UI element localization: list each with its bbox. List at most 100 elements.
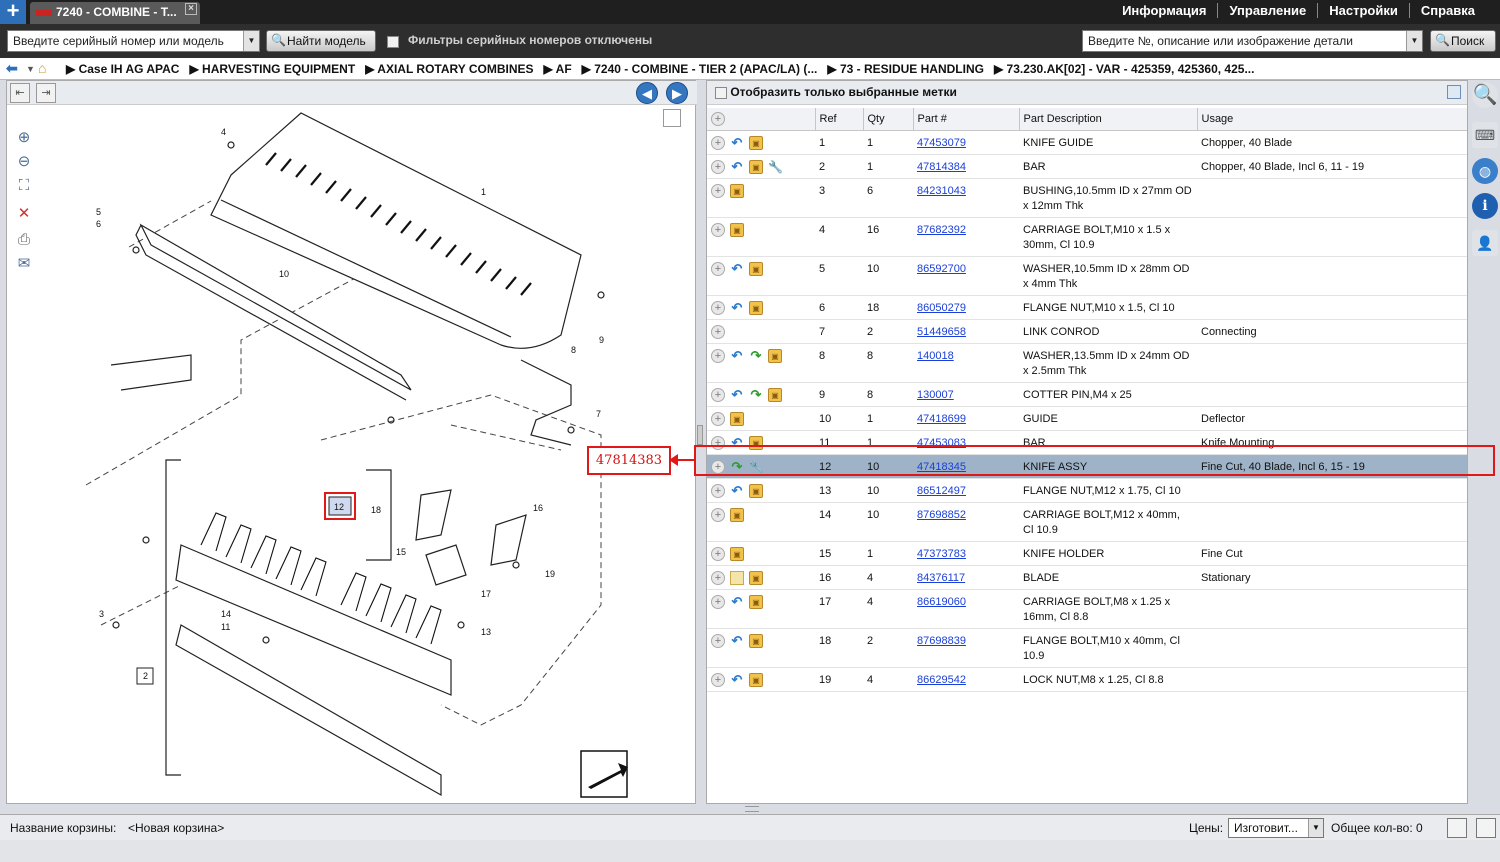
add-to-basket-icon[interactable]: + bbox=[711, 483, 725, 498]
part-number[interactable]: 140018 bbox=[917, 350, 954, 362]
add-to-basket-icon[interactable]: + bbox=[711, 183, 725, 198]
part-number[interactable]: 47418699 bbox=[917, 413, 966, 425]
chevron-down-icon[interactable]: ▼ bbox=[26, 64, 35, 74]
breadcrumb-item[interactable]: ▶ Case IH AG APAC bbox=[66, 62, 179, 76]
part-box-icon[interactable]: ▣ bbox=[749, 483, 763, 498]
table-row[interactable]: + ↶ ↷ ▣ 8 8 140018 WASHER,13.5mm ID x 24mm OD x… bbox=[707, 343, 1467, 383]
part-number[interactable]: 86629542 bbox=[917, 674, 966, 686]
restore-window-icon[interactable] bbox=[1447, 818, 1467, 838]
table-row[interactable]: + ↶ ▣ 🔧 2 1 47814384 BAR Chopper, 40 Blade, Incl… bbox=[707, 154, 1467, 179]
part-box-icon[interactable]: ▣ bbox=[730, 411, 744, 426]
table-row[interactable]: + ↶ ▣ 19 4 86629542 LOCK NUT,M8 x 1.25, Cl 8.8 bbox=[707, 667, 1467, 692]
search-button[interactable]: 🔍 Поиск bbox=[1430, 30, 1496, 52]
column-qty[interactable]: Qty bbox=[862, 108, 913, 131]
part-box-icon[interactable]: ▣ bbox=[730, 507, 744, 522]
table-row[interactable]: + ▣ 3 6 84231043 BUSHING,10.5mm ID x 27mm OD … bbox=[707, 178, 1467, 218]
table-row[interactable]: + ▣ 10 1 47418699 GUIDE Deflector bbox=[707, 406, 1467, 431]
part-box-icon[interactable]: ▣ bbox=[768, 348, 782, 363]
chevron-down-icon[interactable]: ▼ bbox=[1308, 819, 1323, 837]
part-number[interactable]: 86619060 bbox=[917, 596, 966, 608]
menu-manage[interactable]: Управление bbox=[1217, 3, 1317, 18]
add-to-basket-icon[interactable]: + bbox=[711, 324, 725, 339]
menu-info[interactable]: Информация bbox=[1111, 3, 1217, 18]
add-to-basket-icon[interactable]: + bbox=[711, 348, 725, 363]
part-number[interactable]: 86050279 bbox=[917, 302, 966, 314]
previous-page-button[interactable]: ◀ bbox=[636, 82, 658, 104]
return-arrow-icon[interactable]: ↶ bbox=[730, 483, 744, 498]
add-to-basket-icon[interactable]: + bbox=[711, 387, 725, 402]
part-box-icon[interactable]: ▣ bbox=[749, 570, 763, 585]
clear-zoom-icon[interactable]: ✕ bbox=[15, 205, 33, 223]
email-icon[interactable]: ✉ bbox=[15, 255, 33, 273]
part-box-icon[interactable]: ▣ bbox=[749, 135, 763, 150]
table-row[interactable]: + ▣ 16 4 84376117 BLADE Stationary bbox=[707, 565, 1467, 590]
table-row[interactable]: + ↶ ▣ 5 10 86592700 WASHER,10.5mm ID x 28mm OD… bbox=[707, 256, 1467, 296]
table-row[interactable]: + ▣ 15 1 47373783 KNIFE HOLDER Fine Cut bbox=[707, 541, 1467, 566]
return-arrow-icon[interactable] bbox=[580, 750, 628, 798]
add-to-basket-icon[interactable]: + bbox=[711, 159, 725, 174]
add-to-basket-icon[interactable]: + bbox=[711, 633, 725, 648]
column-ref[interactable]: Ref bbox=[814, 108, 863, 131]
part-number[interactable]: 47453079 bbox=[917, 137, 966, 149]
table-row[interactable]: + ↶ ↷ ▣ 9 8 130007 COTTER PIN,M4 x 25 bbox=[707, 382, 1467, 407]
part-box-icon[interactable]: ▣ bbox=[749, 261, 763, 276]
part-number[interactable]: 130007 bbox=[917, 389, 954, 401]
back-arrow-icon[interactable]: ⬅ bbox=[6, 60, 18, 77]
breadcrumb-item[interactable]: ▶ AF bbox=[544, 62, 572, 76]
table-row[interactable]: + ▣ 4 16 87682392 CARRIAGE BOLT,M10 x 1.5 x 3… bbox=[707, 217, 1467, 257]
part-search-input[interactable]: Введите №, описание или изображение дета… bbox=[1082, 30, 1423, 52]
part-number[interactable]: 86592700 bbox=[917, 263, 966, 275]
chevron-down-icon[interactable]: ▼ bbox=[1406, 31, 1422, 51]
part-number[interactable]: 51449658 bbox=[917, 326, 966, 338]
maximize-window-icon[interactable] bbox=[1476, 818, 1496, 838]
breadcrumb-item[interactable]: ▶ HARVESTING EQUIPMENT bbox=[189, 62, 355, 76]
show-selected-checkbox[interactable] bbox=[715, 86, 727, 99]
table-row[interactable]: + ↶ ▣ 13 10 86512497 FLANGE NUT,M12 x 1.75, Cl… bbox=[707, 478, 1467, 503]
part-box-icon[interactable]: ▣ bbox=[749, 300, 763, 315]
part-box-icon[interactable]: ▣ bbox=[730, 183, 744, 198]
expand-right-icon[interactable]: ⇥ bbox=[36, 83, 56, 103]
zoom-out-icon[interactable]: ⊖ bbox=[15, 153, 33, 171]
info-icon[interactable]: i bbox=[1472, 193, 1498, 219]
show-selected-toggle[interactable]: Отобразить только выбранные метки bbox=[715, 85, 957, 99]
ref-label-12[interactable]: 12 bbox=[334, 502, 344, 512]
fit-page-icon[interactable]: ⛶ bbox=[15, 177, 33, 195]
menu-settings[interactable]: Настройки bbox=[1317, 3, 1409, 18]
add-to-basket-icon[interactable]: + bbox=[711, 300, 725, 315]
part-number[interactable]: 47814384 bbox=[917, 161, 966, 173]
return-arrow-icon[interactable]: ↶ bbox=[730, 135, 744, 150]
return-arrow-icon[interactable]: ↶ bbox=[730, 261, 744, 276]
table-row[interactable]: + ↶ ▣ 17 4 86619060 CARRIAGE BOLT,M8 x 1.25 x … bbox=[707, 589, 1467, 629]
table-row[interactable]: + ↶ ▣ 18 2 87698839 FLANGE BOLT,M10 x 40mm, Cl… bbox=[707, 628, 1467, 668]
breadcrumb-item[interactable]: ▶ 73.230.AK[02] - VAR - 425359, 425360, … bbox=[994, 62, 1255, 76]
table-row[interactable]: + ▣ 14 10 87698852 CARRIAGE BOLT,M12 x 40mm, … bbox=[707, 502, 1467, 542]
table-row[interactable]: + ↶ ▣ 1 1 47453079 KNIFE GUIDE Chopper, 40 Blad… bbox=[707, 130, 1467, 155]
add-to-basket-icon[interactable]: + bbox=[711, 672, 725, 687]
add-to-basket-icon[interactable]: + bbox=[711, 411, 725, 426]
horizontal-splitter[interactable] bbox=[745, 806, 759, 812]
add-to-basket-icon[interactable]: + bbox=[711, 507, 725, 522]
add-to-basket-icon[interactable]: + bbox=[711, 594, 725, 609]
user-chat-icon[interactable]: 👤 bbox=[1472, 230, 1498, 256]
find-model-button[interactable]: 🔍 Найти модель bbox=[266, 30, 376, 52]
add-to-basket-icon[interactable]: + bbox=[711, 570, 725, 585]
keyboard-icon[interactable]: ⌨ bbox=[1472, 122, 1498, 148]
return-arrow-icon[interactable]: ↶ bbox=[730, 159, 744, 174]
part-number[interactable]: 84231043 bbox=[917, 185, 966, 197]
add-all-icon[interactable]: + bbox=[711, 111, 725, 126]
column-usage[interactable]: Usage bbox=[1196, 108, 1467, 131]
filter-checkbox[interactable] bbox=[387, 34, 399, 48]
collapse-left-icon[interactable]: ⇤ bbox=[10, 83, 30, 103]
part-number[interactable]: 87698852 bbox=[917, 509, 966, 521]
add-to-basket-icon[interactable]: + bbox=[711, 546, 725, 561]
return-arrow-icon[interactable]: ↶ bbox=[730, 594, 744, 609]
chevron-down-icon[interactable]: ▼ bbox=[243, 31, 259, 51]
part-box-icon[interactable]: ▣ bbox=[749, 672, 763, 687]
next-page-button[interactable]: ▶ bbox=[666, 82, 688, 104]
part-number[interactable]: 87682392 bbox=[917, 224, 966, 236]
part-box-icon[interactable]: ▣ bbox=[749, 159, 763, 174]
grid-settings-icon[interactable] bbox=[1447, 85, 1461, 99]
return-arrow-icon[interactable]: ↶ bbox=[730, 387, 744, 402]
print-icon[interactable]: ⎙ bbox=[15, 231, 33, 249]
globe-icon[interactable]: ◍ bbox=[1472, 158, 1498, 184]
